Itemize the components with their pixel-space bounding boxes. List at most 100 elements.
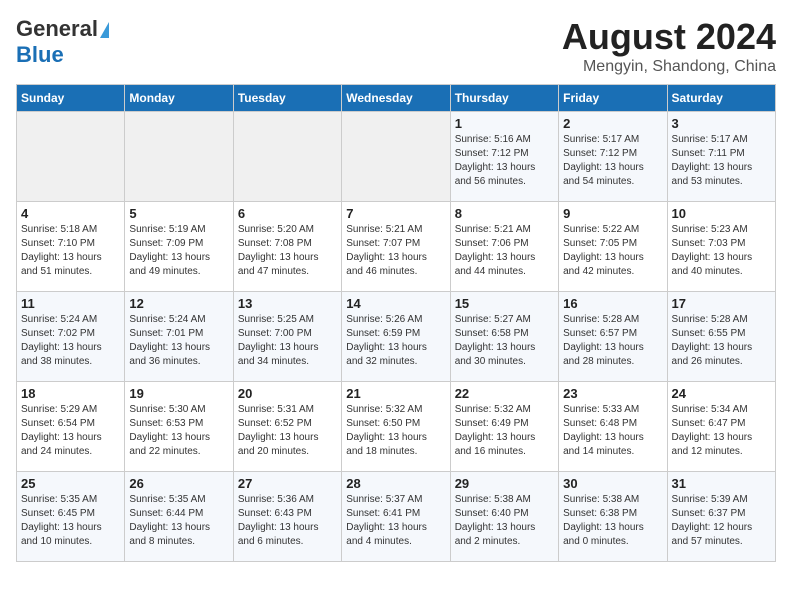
calendar-cell: 25Sunrise: 5:35 AM Sunset: 6:45 PM Dayli… <box>17 472 125 562</box>
day-content: Sunrise: 5:27 AM Sunset: 6:58 PM Dayligh… <box>455 313 554 369</box>
calendar-cell: 12 Sunrise: 5:24 AM Sunset: 7:01 PM Dayli… <box>125 292 233 382</box>
day-number: 6 <box>238 206 337 221</box>
title-block: August 2024 Mengyin, Shandong, China <box>562 16 776 76</box>
header-row: SundayMondayTuesdayWednesdayThursdayFrid… <box>17 85 776 112</box>
day-content: Sunrise: 5:24 AM Sunset: 7:01 PM Dayligh… <box>129 313 228 369</box>
day-number: 30 <box>563 476 662 491</box>
day-number: 22 <box>455 386 554 401</box>
calendar-cell: 21 Sunrise: 5:32 AM Sunset: 6:50 PM Dayli… <box>342 382 450 472</box>
calendar-cell: 19Sunrise: 5:30 AM Sunset: 6:53 PM Dayli… <box>125 382 233 472</box>
day-number: 26 <box>129 476 228 491</box>
day-number: 29 <box>455 476 554 491</box>
day-number: 31 <box>672 476 771 491</box>
day-content: Sunrise: 5:37 AM Sunset: 6:41 PM Dayligh… <box>346 493 445 549</box>
day-number: 5 <box>129 206 228 221</box>
calendar-week-row: 25Sunrise: 5:35 AM Sunset: 6:45 PM Dayli… <box>17 472 776 562</box>
day-number: 1 <box>455 116 554 131</box>
calendar-subtitle: Mengyin, Shandong, China <box>562 58 776 76</box>
calendar-cell: 11Sunrise: 5:24 AM Sunset: 7:02 PM Dayli… <box>17 292 125 382</box>
header-day: Friday <box>559 85 667 112</box>
calendar-cell: 4Sunrise: 5:18 AM Sunset: 7:10 PM Daylig… <box>17 202 125 292</box>
calendar-cell: 5 Sunrise: 5:19 AM Sunset: 7:09 PM Daylig… <box>125 202 233 292</box>
day-number: 8 <box>455 206 554 221</box>
day-content: Sunrise: 5:31 AM Sunset: 6:52 PM Dayligh… <box>238 403 337 459</box>
day-number: 10 <box>672 206 771 221</box>
header-day: Wednesday <box>342 85 450 112</box>
day-content: Sunrise: 5:39 AM Sunset: 6:37 PM Dayligh… <box>672 493 771 549</box>
day-number: 15 <box>455 296 554 311</box>
day-content: Sunrise: 5:29 AM Sunset: 6:54 PM Dayligh… <box>21 403 120 459</box>
day-content: Sunrise: 5:28 AM Sunset: 6:57 PM Dayligh… <box>563 313 662 369</box>
calendar-table: SundayMondayTuesdayWednesdayThursdayFrid… <box>16 84 776 562</box>
calendar-cell: 2 Sunrise: 5:17 AM Sunset: 7:12 PM Daylig… <box>559 112 667 202</box>
header-day: Monday <box>125 85 233 112</box>
day-content: Sunrise: 5:21 AM Sunset: 7:07 PM Dayligh… <box>346 223 445 279</box>
logo-text: General <box>16 16 110 42</box>
day-number: 19 <box>129 386 228 401</box>
calendar-cell: 3Sunrise: 5:17 AM Sunset: 7:11 PM Daylig… <box>667 112 775 202</box>
day-number: 28 <box>346 476 445 491</box>
header-day: Saturday <box>667 85 775 112</box>
calendar-cell: 13Sunrise: 5:25 AM Sunset: 7:00 PM Dayli… <box>233 292 341 382</box>
calendar-cell: 7 Sunrise: 5:21 AM Sunset: 7:07 PM Daylig… <box>342 202 450 292</box>
day-number: 3 <box>672 116 771 131</box>
calendar-cell: 6 Sunrise: 5:20 AM Sunset: 7:08 PM Daylig… <box>233 202 341 292</box>
calendar-cell <box>125 112 233 202</box>
day-number: 2 <box>563 116 662 131</box>
header-day: Thursday <box>450 85 558 112</box>
calendar-cell: 10 Sunrise: 5:23 AM Sunset: 7:03 PM Dayli… <box>667 202 775 292</box>
day-content: Sunrise: 5:36 AM Sunset: 6:43 PM Dayligh… <box>238 493 337 549</box>
calendar-week-row: 11Sunrise: 5:24 AM Sunset: 7:02 PM Dayli… <box>17 292 776 382</box>
calendar-cell: 8 Sunrise: 5:21 AM Sunset: 7:06 PM Daylig… <box>450 202 558 292</box>
day-content: Sunrise: 5:28 AM Sunset: 6:55 PM Dayligh… <box>672 313 771 369</box>
day-content: Sunrise: 5:32 AM Sunset: 6:50 PM Dayligh… <box>346 403 445 459</box>
calendar-cell <box>342 112 450 202</box>
calendar-cell: 17 Sunrise: 5:28 AM Sunset: 6:55 PM Dayli… <box>667 292 775 382</box>
day-content: Sunrise: 5:34 AM Sunset: 6:47 PM Dayligh… <box>672 403 771 459</box>
calendar-cell: 20 Sunrise: 5:31 AM Sunset: 6:52 PM Dayli… <box>233 382 341 472</box>
day-number: 17 <box>672 296 771 311</box>
calendar-cell <box>17 112 125 202</box>
calendar-week-row: 18 Sunrise: 5:29 AM Sunset: 6:54 PM Dayli… <box>17 382 776 472</box>
calendar-cell: 26Sunrise: 5:35 AM Sunset: 6:44 PM Dayli… <box>125 472 233 562</box>
calendar-week-row: 1 Sunrise: 5:16 AM Sunset: 7:12 PM Daylig… <box>17 112 776 202</box>
day-number: 21 <box>346 386 445 401</box>
calendar-cell: 15 Sunrise: 5:27 AM Sunset: 6:58 PM Dayli… <box>450 292 558 382</box>
page-header: General Blue August 2024 Mengyin, Shando… <box>16 16 776 76</box>
day-content: Sunrise: 5:22 AM Sunset: 7:05 PM Dayligh… <box>563 223 662 279</box>
calendar-cell: 14Sunrise: 5:26 AM Sunset: 6:59 PM Dayli… <box>342 292 450 382</box>
calendar-cell: 9 Sunrise: 5:22 AM Sunset: 7:05 PM Daylig… <box>559 202 667 292</box>
day-content: Sunrise: 5:33 AM Sunset: 6:48 PM Dayligh… <box>563 403 662 459</box>
day-number: 16 <box>563 296 662 311</box>
day-content: Sunrise: 5:17 AM Sunset: 7:12 PM Dayligh… <box>563 133 662 189</box>
calendar-cell: 28 Sunrise: 5:37 AM Sunset: 6:41 PM Dayli… <box>342 472 450 562</box>
day-number: 23 <box>563 386 662 401</box>
day-content: Sunrise: 5:18 AM Sunset: 7:10 PM Dayligh… <box>21 223 120 279</box>
day-number: 11 <box>21 296 120 311</box>
day-content: Sunrise: 5:21 AM Sunset: 7:06 PM Dayligh… <box>455 223 554 279</box>
day-content: Sunrise: 5:20 AM Sunset: 7:08 PM Dayligh… <box>238 223 337 279</box>
day-content: Sunrise: 5:23 AM Sunset: 7:03 PM Dayligh… <box>672 223 771 279</box>
day-number: 25 <box>21 476 120 491</box>
calendar-cell: 29 Sunrise: 5:38 AM Sunset: 6:40 PM Dayli… <box>450 472 558 562</box>
day-number: 20 <box>238 386 337 401</box>
day-content: Sunrise: 5:25 AM Sunset: 7:00 PM Dayligh… <box>238 313 337 369</box>
day-number: 9 <box>563 206 662 221</box>
day-content: Sunrise: 5:26 AM Sunset: 6:59 PM Dayligh… <box>346 313 445 369</box>
calendar-cell: 23 Sunrise: 5:33 AM Sunset: 6:48 PM Dayli… <box>559 382 667 472</box>
day-number: 18 <box>21 386 120 401</box>
day-content: Sunrise: 5:38 AM Sunset: 6:40 PM Dayligh… <box>455 493 554 549</box>
day-number: 7 <box>346 206 445 221</box>
day-content: Sunrise: 5:16 AM Sunset: 7:12 PM Dayligh… <box>455 133 554 189</box>
header-day: Sunday <box>17 85 125 112</box>
calendar-cell: 22 Sunrise: 5:32 AM Sunset: 6:49 PM Dayli… <box>450 382 558 472</box>
day-content: Sunrise: 5:32 AM Sunset: 6:49 PM Dayligh… <box>455 403 554 459</box>
day-content: Sunrise: 5:19 AM Sunset: 7:09 PM Dayligh… <box>129 223 228 279</box>
header-day: Tuesday <box>233 85 341 112</box>
calendar-cell: 31 Sunrise: 5:39 AM Sunset: 6:37 PM Dayli… <box>667 472 775 562</box>
day-number: 12 <box>129 296 228 311</box>
calendar-cell: 16 Sunrise: 5:28 AM Sunset: 6:57 PM Dayli… <box>559 292 667 382</box>
calendar-cell: 24 Sunrise: 5:34 AM Sunset: 6:47 PM Dayli… <box>667 382 775 472</box>
day-number: 24 <box>672 386 771 401</box>
calendar-cell: 30Sunrise: 5:38 AM Sunset: 6:38 PM Dayli… <box>559 472 667 562</box>
